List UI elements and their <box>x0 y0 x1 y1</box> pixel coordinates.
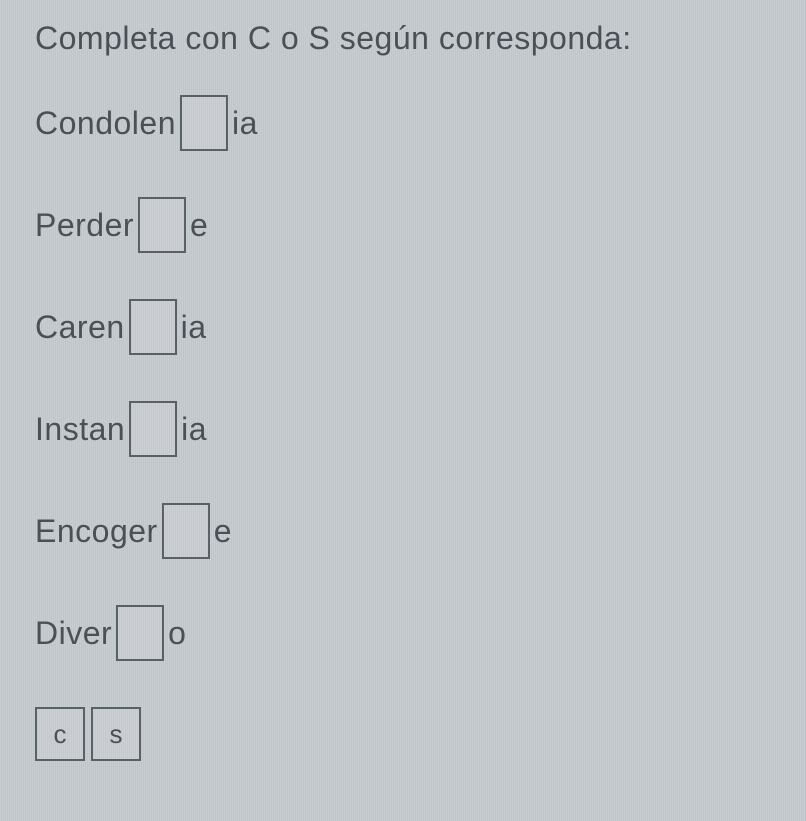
word-suffix: ia <box>232 105 258 142</box>
word-prefix: Caren <box>35 309 125 346</box>
instruction-text: Completa con C o S según corresponda: <box>35 20 771 57</box>
word-row-5: Encoger e <box>35 503 771 559</box>
word-suffix: o <box>168 615 186 652</box>
tile-c[interactable]: c <box>35 707 85 761</box>
word-row-4: Instan ia <box>35 401 771 457</box>
word-row-1: Condolen ia <box>35 95 771 151</box>
blank-box-3[interactable] <box>129 299 177 355</box>
word-suffix: e <box>190 207 208 244</box>
word-suffix: ia <box>181 309 207 346</box>
tile-s[interactable]: s <box>91 707 141 761</box>
letter-tiles-container: c s <box>35 707 771 761</box>
blank-box-5[interactable] <box>162 503 210 559</box>
blank-box-2[interactable] <box>138 197 186 253</box>
word-prefix: Encoger <box>35 513 158 550</box>
word-row-6: Diver o <box>35 605 771 661</box>
word-suffix: ia <box>181 411 207 448</box>
word-row-2: Perder e <box>35 197 771 253</box>
word-prefix: Condolen <box>35 105 176 142</box>
blank-box-6[interactable] <box>116 605 164 661</box>
word-prefix: Perder <box>35 207 134 244</box>
blank-box-1[interactable] <box>180 95 228 151</box>
word-row-3: Caren ia <box>35 299 771 355</box>
blank-box-4[interactable] <box>129 401 177 457</box>
word-prefix: Instan <box>35 411 125 448</box>
word-prefix: Diver <box>35 615 112 652</box>
word-suffix: e <box>214 513 232 550</box>
